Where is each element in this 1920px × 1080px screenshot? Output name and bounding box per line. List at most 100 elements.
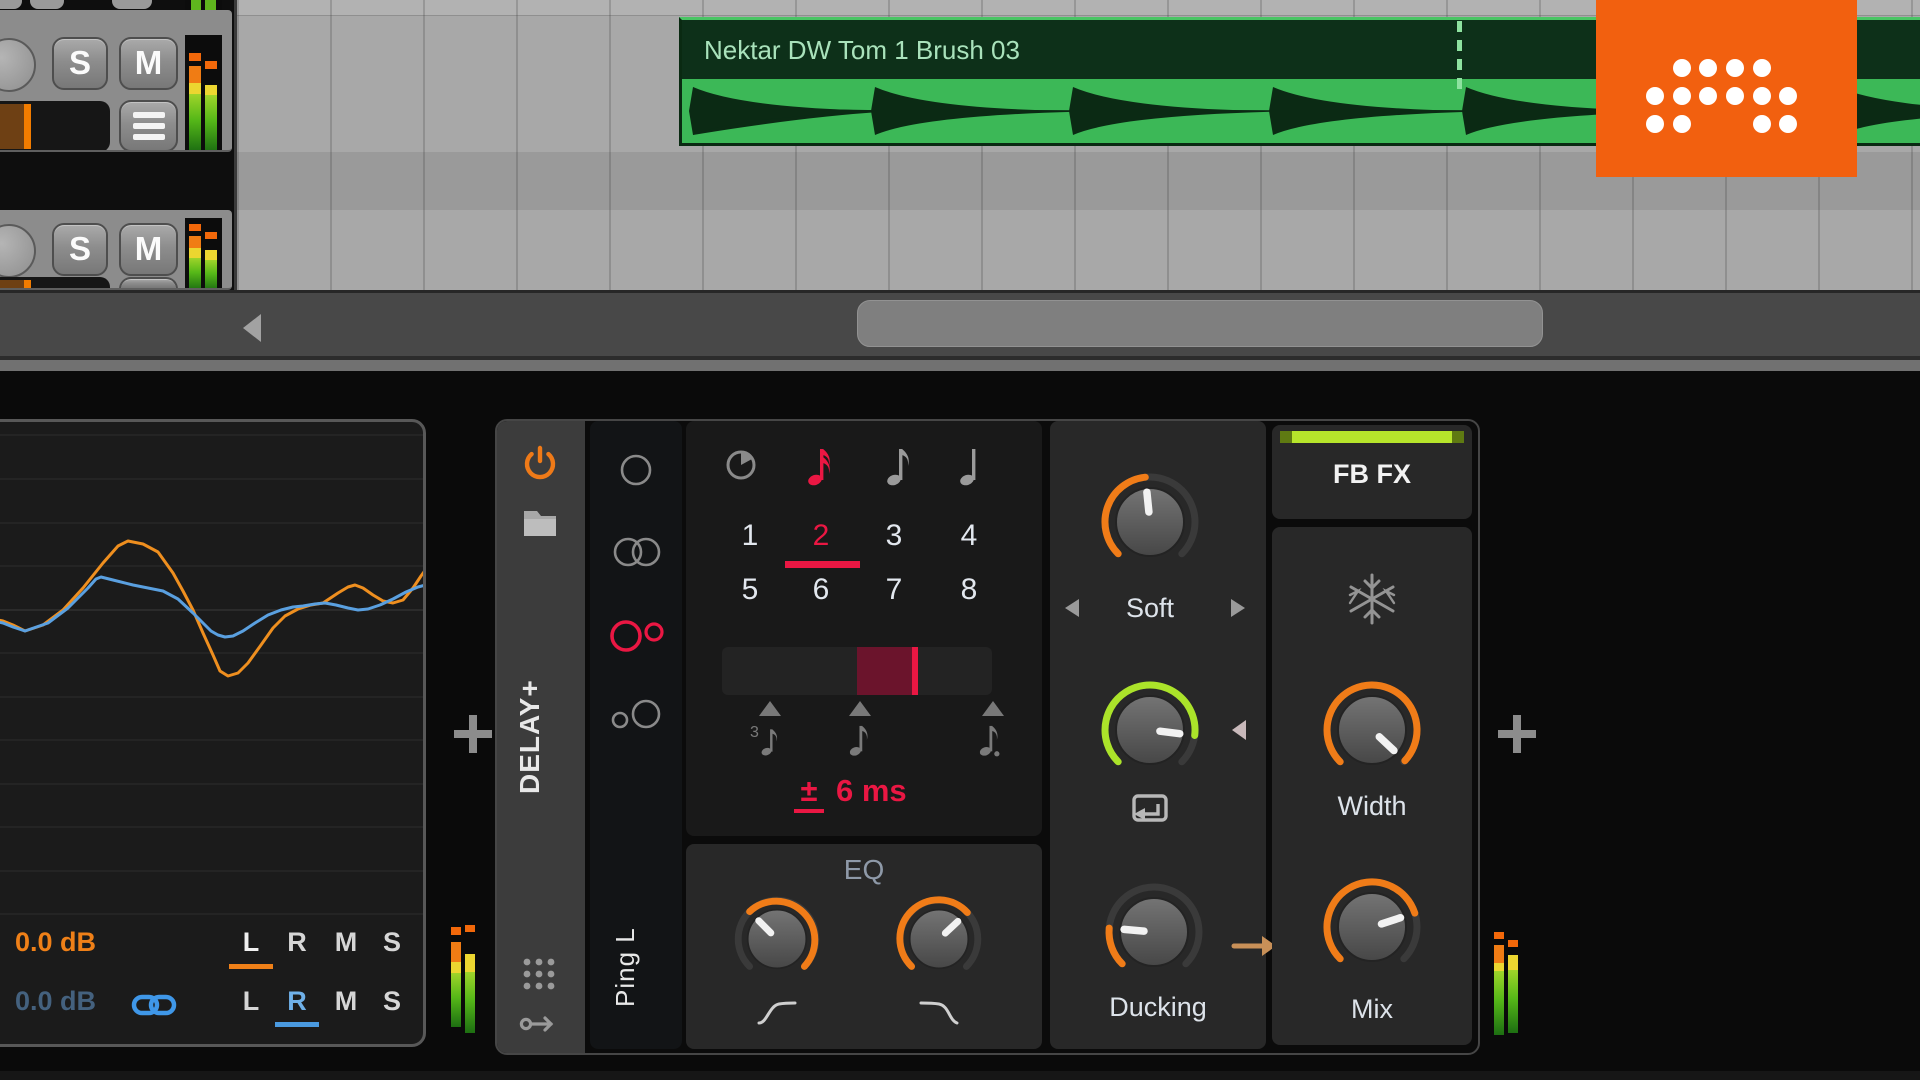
track-menu-button[interactable] bbox=[119, 277, 178, 288]
fbfx-label: FB FX bbox=[1333, 459, 1411, 489]
power-icon[interactable] bbox=[518, 440, 562, 484]
device-meter-right bbox=[1494, 932, 1518, 1035]
ch2-mid-button[interactable]: M bbox=[325, 986, 367, 1020]
ch1-mid-button[interactable]: M bbox=[325, 927, 367, 961]
sixteenth-note-icon[interactable] bbox=[806, 443, 834, 489]
bitwig-window: Nektar DW Tom 1 Brush 03 S M S M 0.0 dB … bbox=[0, 0, 1920, 1080]
marker-triplet[interactable] bbox=[759, 701, 781, 716]
offset-value[interactable]: 6 ms bbox=[836, 773, 956, 809]
time-offset-slider[interactable] bbox=[722, 647, 992, 695]
add-device-button-right[interactable] bbox=[1498, 712, 1536, 756]
mix-knob[interactable] bbox=[1314, 869, 1430, 985]
delay-scope-panel: 0.0 dB L R M S 0.0 dB L R M S bbox=[0, 419, 426, 1047]
fbfx-indicator-bar bbox=[1280, 431, 1464, 443]
quarter-note-icon[interactable] bbox=[958, 443, 986, 489]
division-8[interactable]: 8 bbox=[948, 573, 990, 611]
solo-button[interactable]: S bbox=[52, 223, 108, 276]
width-knob[interactable] bbox=[1314, 672, 1430, 788]
offset-sign[interactable]: ± bbox=[794, 773, 824, 813]
mode-single-icon[interactable] bbox=[606, 448, 666, 492]
marker-straight[interactable] bbox=[849, 701, 871, 716]
mix-label: Mix bbox=[1351, 994, 1393, 1024]
volume-fader[interactable] bbox=[0, 101, 110, 150]
ch2-side-button[interactable]: S bbox=[371, 986, 413, 1020]
ch2-selected-underline bbox=[275, 1022, 319, 1027]
partial-track-strip bbox=[0, 0, 232, 10]
remote-controls-icon[interactable] bbox=[521, 956, 557, 992]
saturation-type[interactable]: Soft bbox=[1098, 593, 1202, 624]
division-2-selected[interactable]: 2 bbox=[800, 519, 842, 557]
record-arm-button[interactable] bbox=[0, 224, 36, 278]
ch2-right-button[interactable]: R bbox=[276, 986, 318, 1020]
clip-loop-marker[interactable] bbox=[1457, 21, 1462, 93]
feedback-return-icon[interactable] bbox=[1128, 792, 1172, 828]
panel-divider-handle[interactable] bbox=[0, 360, 1920, 371]
volume-fader[interactable] bbox=[0, 277, 110, 288]
scrollbar-thumb[interactable] bbox=[857, 300, 1543, 347]
gain-value-ch2[interactable]: 0.0 dB bbox=[15, 986, 96, 1017]
ch1-selected-underline bbox=[229, 964, 273, 969]
saturation-prev-icon[interactable] bbox=[1065, 599, 1079, 617]
folder-icon[interactable] bbox=[520, 505, 560, 539]
triplet-note-icon: 3 bbox=[750, 724, 778, 756]
division-7[interactable]: 7 bbox=[873, 573, 915, 611]
marker-dotted[interactable] bbox=[982, 701, 1004, 716]
mode-overlap-icon[interactable] bbox=[606, 530, 666, 574]
eq-title: EQ bbox=[843, 854, 885, 885]
ch1-side-button[interactable]: S bbox=[371, 927, 413, 961]
slider-handle[interactable] bbox=[912, 647, 918, 695]
division-underline bbox=[785, 561, 860, 568]
eq-panel: EQ bbox=[686, 844, 1042, 1049]
svg-text:3: 3 bbox=[750, 724, 759, 741]
delay-mode-column: Ping L bbox=[590, 421, 682, 1049]
saturation-next-icon[interactable] bbox=[1231, 599, 1245, 617]
window-bottom-strip bbox=[0, 1071, 1920, 1080]
freeze-icon[interactable] bbox=[1346, 573, 1398, 625]
ducking-knob[interactable] bbox=[1096, 874, 1212, 990]
division-6[interactable]: 6 bbox=[800, 573, 842, 611]
width-label: Width bbox=[1337, 791, 1407, 821]
highpass-curve-icon bbox=[757, 1001, 797, 1025]
device-header-column: DELAY+ bbox=[497, 421, 585, 1053]
eq-highpass-knob[interactable] bbox=[727, 889, 827, 989]
bitwig-logo-dots bbox=[1646, 59, 1797, 133]
clock-icon[interactable] bbox=[721, 445, 761, 485]
ch1-left-button[interactable]: L bbox=[230, 927, 272, 961]
division-3[interactable]: 3 bbox=[873, 519, 915, 557]
track-header-1[interactable]: S M bbox=[0, 10, 232, 152]
track-header-2[interactable]: S M bbox=[0, 210, 232, 290]
device-meter-left bbox=[451, 925, 475, 1033]
solo-button[interactable]: S bbox=[52, 37, 108, 90]
eighth-note-icon bbox=[849, 725, 868, 756]
track-menu-button[interactable] bbox=[119, 100, 178, 150]
ch1-right-button[interactable]: R bbox=[276, 927, 318, 961]
fbfx-header-button[interactable]: FB FX bbox=[1272, 425, 1472, 519]
scroll-left-icon[interactable] bbox=[243, 314, 261, 342]
record-arm-button[interactable] bbox=[0, 38, 36, 92]
device-name[interactable]: DELAY+ bbox=[514, 657, 566, 817]
mute-button[interactable]: M bbox=[119, 223, 178, 276]
mode-small-large-icon[interactable] bbox=[606, 694, 666, 738]
division-4[interactable]: 4 bbox=[948, 519, 990, 557]
ch2-left-button[interactable]: L bbox=[230, 986, 272, 1020]
eq-lowpass-knob[interactable] bbox=[889, 889, 989, 989]
link-icon[interactable] bbox=[131, 991, 177, 1019]
modulated-knob[interactable] bbox=[1092, 672, 1208, 788]
modulation-indicator bbox=[1232, 720, 1246, 740]
mute-button[interactable]: M bbox=[119, 37, 178, 90]
fbfx-body: Width Mix bbox=[1272, 527, 1472, 1045]
division-1[interactable]: 1 bbox=[729, 519, 771, 557]
eighth-note-icon[interactable] bbox=[885, 443, 913, 489]
add-device-button-left[interactable] bbox=[454, 712, 492, 756]
delay-mode-name[interactable]: Ping L bbox=[610, 897, 662, 1037]
bitwig-logo bbox=[1596, 0, 1857, 177]
delay-time-panel: 1 2 3 4 5 6 7 8 3 ± 6 ms bbox=[686, 421, 1042, 836]
mode-ping-pong-icon-selected[interactable] bbox=[606, 612, 666, 656]
gain-value-ch1[interactable]: 0.0 dB bbox=[15, 927, 96, 958]
dotted-note-icon bbox=[979, 725, 1000, 757]
slider-fill bbox=[857, 647, 914, 695]
mapping-icon[interactable] bbox=[519, 1013, 559, 1035]
feedback-knob[interactable] bbox=[1092, 464, 1208, 580]
division-5[interactable]: 5 bbox=[729, 573, 771, 611]
clip-name: Nektar DW Tom 1 Brush 03 bbox=[704, 35, 1020, 65]
